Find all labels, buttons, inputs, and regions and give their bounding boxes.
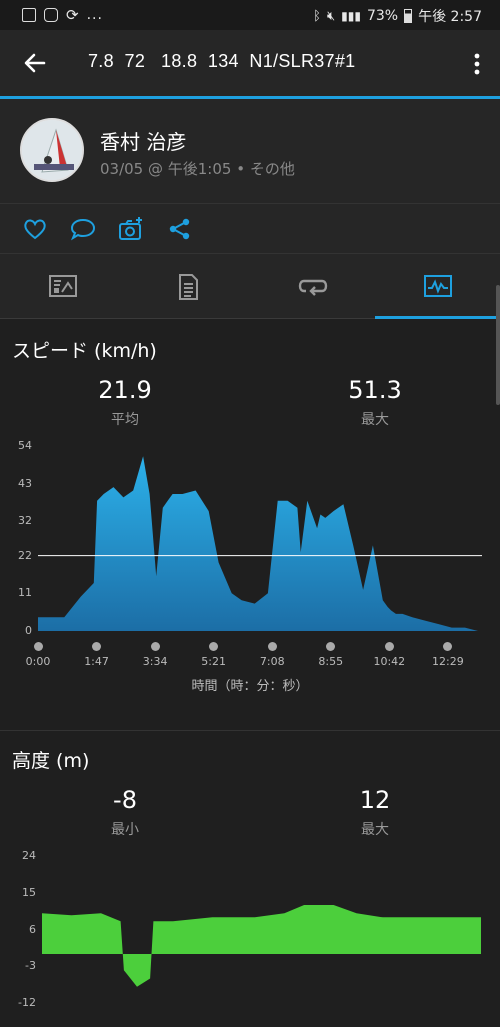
speed-x-tick: 3:34: [142, 655, 168, 668]
loop-icon: [298, 279, 328, 296]
speed-max-label: 最大: [361, 412, 389, 428]
altitude-min-value: -8: [113, 786, 137, 814]
speed-x-tick-dot: [267, 642, 277, 651]
share-icon[interactable]: [167, 216, 193, 242]
tab-details[interactable]: [125, 254, 250, 318]
speed-avg-label: 平均: [111, 412, 139, 428]
more-dots: ...: [86, 7, 103, 23]
back-arrow-icon[interactable]: [20, 48, 50, 78]
summary-icon: [49, 275, 77, 297]
speed-x-tick-dot: [443, 642, 453, 651]
speed-max-value: 51.3: [348, 376, 402, 404]
altitude-max-label: 最大: [361, 822, 389, 838]
altitude-max-value: 12: [359, 786, 391, 814]
speed-avg-value: 21.9: [98, 376, 152, 404]
battery-icon: [404, 9, 413, 23]
heart-icon[interactable]: [22, 216, 48, 242]
altitude-title: 高度 (m): [12, 750, 90, 772]
status-bar: ⟳ ... ᛒ 🔇︎ ▮▮▮ 73% 午後 2:57: [0, 0, 500, 30]
battery-percent: 73%: [366, 8, 399, 24]
activity-title: 7.8 72 18.8 134 N1/SLR37#1: [88, 51, 356, 71]
speed-x-tick: 8:55: [318, 655, 344, 668]
clock: 午後 2:57: [418, 9, 482, 25]
sync-icon: ⟳: [66, 6, 79, 24]
bluetooth-icon: ᛒ: [313, 8, 321, 24]
speed-x-tick-dot: [209, 642, 219, 651]
speed-x-tick-dot: [150, 642, 160, 651]
signal-icon: ▮▮▮: [341, 9, 361, 23]
add-photo-icon[interactable]: [118, 216, 144, 242]
speed-x-tick: 5:21: [201, 655, 226, 668]
speed-x-tick-dot: [92, 642, 102, 651]
more-options-icon[interactable]: [472, 50, 482, 78]
tab-summary[interactable]: [0, 254, 125, 318]
image-icon: [22, 8, 36, 22]
tab-charts[interactable]: [375, 254, 500, 318]
speed-x-tick-dot: [326, 642, 336, 651]
comment-icon[interactable]: [70, 216, 96, 242]
activity-meta: 03/05 @ 午後1:05 • その他: [100, 160, 295, 178]
speed-chart: [38, 456, 482, 631]
user-name[interactable]: 香村 治彦: [100, 126, 186, 155]
speed-title: スピード (km/h): [12, 340, 157, 362]
chart-icon: [424, 275, 452, 297]
speed-x-tick: 1:47: [84, 655, 109, 668]
altitude-area-series: [42, 905, 481, 987]
speed-area-series: [38, 456, 478, 631]
speed-x-tick-dot: [384, 642, 394, 651]
speed-x-axis-title: 時間（時：分：秒）: [191, 679, 309, 694]
speed-x-tick-dot: [33, 642, 43, 651]
scrollbar[interactable]: [496, 285, 500, 405]
active-tab-indicator: [375, 316, 500, 319]
instagram-icon: [44, 8, 58, 22]
speed-x-tick: 10:42: [373, 655, 406, 668]
speed-x-tick: 12:29: [432, 655, 464, 668]
avatar[interactable]: [20, 118, 84, 182]
speed-x-tick: 0:00: [25, 655, 51, 668]
altitude-chart: [42, 905, 481, 987]
altitude-min-label: 最小: [111, 822, 139, 838]
document-icon: [179, 274, 198, 300]
tab-laps[interactable]: [250, 254, 375, 318]
speed-x-tick: 7:08: [259, 655, 285, 668]
section-divider: [0, 730, 500, 731]
mute-icon: 🔇︎: [326, 8, 336, 24]
